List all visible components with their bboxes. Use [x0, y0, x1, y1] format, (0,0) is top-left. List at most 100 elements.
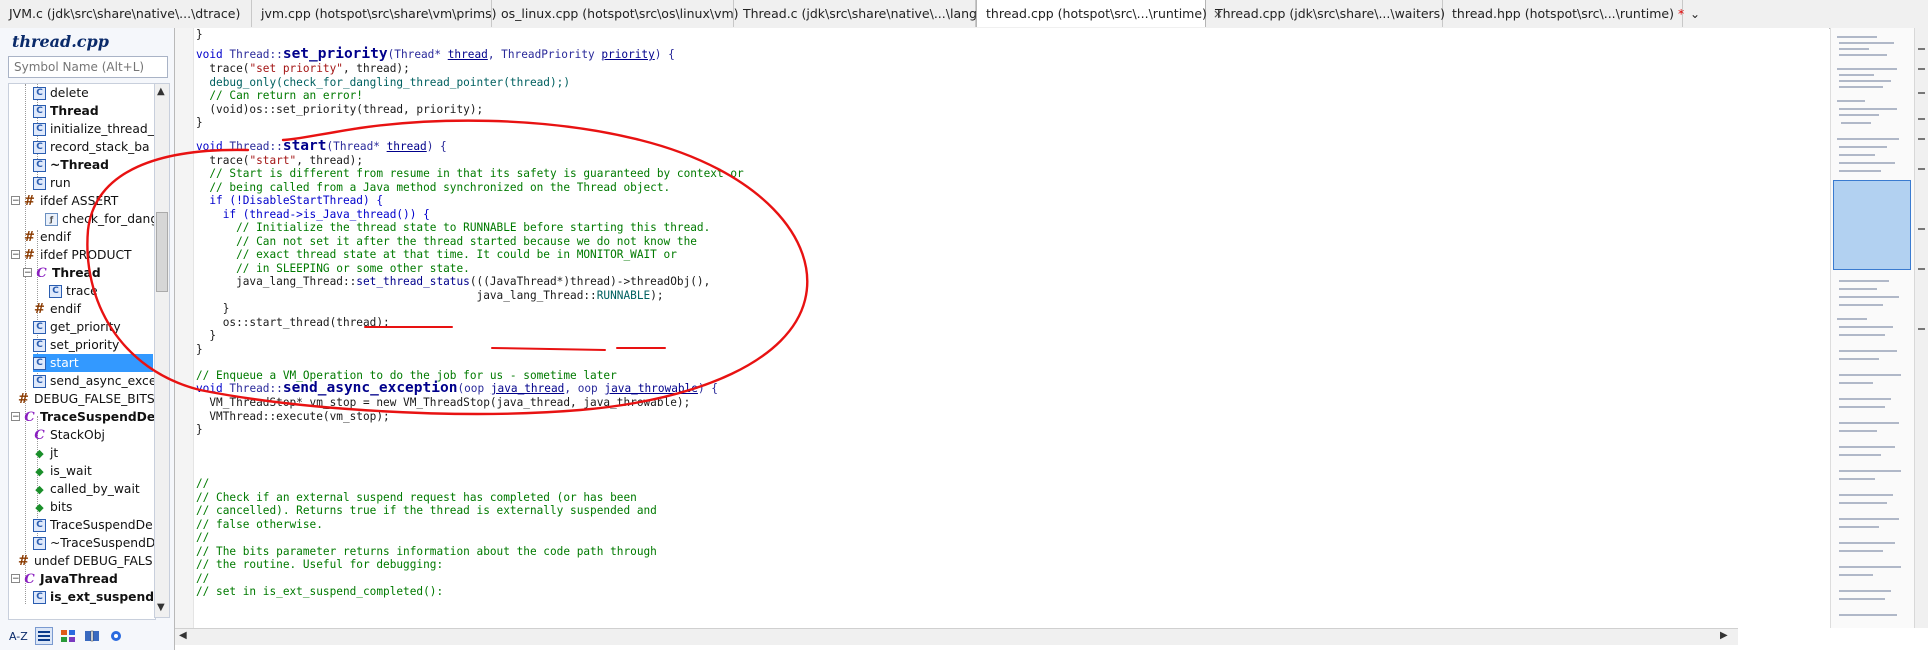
tree-item-initialize-thread[interactable]: Cinitialize_thread_l — [33, 120, 155, 138]
tree-item-set-priority[interactable]: Cset_priority — [33, 336, 119, 354]
code-line: } — [196, 342, 203, 356]
editor-horizontal-scrollbar[interactable]: ◀ ▶ — [175, 628, 1738, 645]
tree-item-label: trace — [66, 284, 98, 298]
code-line: (void)os::set_priority(thread, priority)… — [196, 102, 484, 116]
editor-gutter — [175, 28, 194, 628]
tree-item-debug-false-bits[interactable]: # DEBUG_FALSE_BITS — [17, 390, 155, 408]
code-line: } — [196, 329, 217, 342]
tree-item-trace-suspend-debug[interactable]: C TraceSuspendDeb — [23, 408, 155, 426]
preprocessor-icon: # — [34, 301, 45, 317]
tree-item-send-async-exception[interactable]: Csend_async_exce — [33, 372, 155, 390]
tree-item-start[interactable]: Cstart — [33, 354, 153, 372]
tree-item-trace[interactable]: Ctrace — [49, 282, 98, 300]
tab-thread-cpp-waiters[interactable]: Thread.cpp (jdk\src\share\...\waiters) — [1206, 0, 1446, 27]
code-editor[interactable]: } void Thread::set_priority(Thread* thre… — [194, 28, 1829, 628]
tree-item-delete[interactable]: Cdelete — [33, 84, 89, 102]
list-view-button[interactable] — [34, 627, 53, 645]
code-line: // being called from a Java method synch… — [196, 180, 671, 194]
code-line: // cancelled). Returns true if the threa… — [196, 504, 657, 517]
tree-item-java-thread[interactable]: C JavaThread — [23, 570, 118, 588]
outline-toolbar: A-Z — [8, 624, 168, 648]
scroll-left-icon[interactable]: ◀ — [179, 630, 187, 641]
code-line: } — [196, 28, 203, 41]
code-line: java_lang_Thread::set_thread_status(((Ja… — [196, 275, 711, 288]
tree-item-run[interactable]: Crun — [33, 174, 71, 192]
tree-item-jt[interactable]: ◆ jt — [33, 444, 58, 462]
tree-item-thread-ctor[interactable]: C Thread — [33, 102, 99, 120]
code-line: // — [196, 571, 210, 585]
category-view-button[interactable] — [59, 627, 77, 645]
tree-item-trace-suspend-ctor[interactable]: C TraceSuspendDe — [33, 516, 153, 534]
tree-item-called-by-wait[interactable]: ◆ called_by_wait — [33, 480, 139, 498]
category-icon — [60, 630, 75, 642]
code-line: trace("start", thread); — [196, 153, 363, 167]
tree-item-label: record_stack_ba — [50, 140, 150, 154]
tree-item-ifdef-assert[interactable]: # ifdef ASSERT — [23, 192, 118, 210]
tree-item-label: delete — [50, 86, 89, 100]
tab-jvm-cpp[interactable]: jvm.cpp (hotspot\src\share\vm\prims) — [252, 0, 497, 27]
tree-item-label: start — [50, 356, 79, 370]
code-line: } — [196, 423, 203, 436]
tree-item-endif[interactable]: # endif — [23, 228, 71, 246]
tab-label: Thread.cpp (jdk\src\share\...\waiters) — [1215, 6, 1446, 21]
code-minimap[interactable] — [1830, 28, 1915, 628]
settings-button[interactable] — [107, 627, 125, 645]
tree-item-label: ifdef ASSERT — [40, 194, 119, 208]
tree-item-undef-debug-false[interactable]: # undef DEBUG_FALS — [17, 552, 153, 570]
tab-thread-cpp[interactable]: thread.cpp (hotspot\src\...\runtime) × — [976, 0, 1223, 27]
symbol-tree[interactable]: Cdelete C Thread Cinitialize_thread_l Cre… — [8, 83, 156, 620]
collapse-expander[interactable]: − — [23, 268, 32, 278]
method-icon: C — [33, 338, 46, 352]
tree-item-label: endif — [40, 230, 71, 244]
tree-item-thread-dtor[interactable]: C ~Thread — [33, 156, 109, 174]
method-icon: C — [33, 374, 46, 388]
symbol-search-input[interactable] — [8, 56, 168, 78]
collapse-expander[interactable]: − — [11, 196, 20, 206]
tree-item-record-stack-base[interactable]: Crecord_stack_ba — [33, 138, 150, 156]
tree-item-is-ext-suspend[interactable]: Cis_ext_suspend — [33, 588, 154, 606]
tree-item-stackobj[interactable]: C StackObj — [33, 426, 105, 444]
class-icon: C — [24, 409, 35, 425]
field-icon: ◆ — [35, 446, 44, 460]
tab-os-linux-cpp[interactable]: os_linux.cpp (hotspot\src\os\linux\vm) — [492, 0, 739, 27]
collapse-expander[interactable]: − — [11, 412, 20, 422]
tree-item-endif[interactable]: # endif — [33, 300, 81, 318]
tree-item-label: bits — [50, 500, 73, 514]
scroll-thumb[interactable] — [156, 212, 168, 292]
code-line: void Thread::start(Thread* thread) { — [196, 138, 447, 154]
sort-alphabetical-button[interactable]: A-Z — [8, 627, 29, 645]
tree-item-trace-suspend-dtor[interactable]: C ~TraceSuspendD — [33, 534, 155, 552]
scroll-right-icon[interactable]: ▶ — [1720, 630, 1728, 641]
method-icon: C — [33, 122, 46, 136]
minimap-viewport[interactable] — [1833, 180, 1911, 270]
tree-item-get-priority[interactable]: Cget_priority — [33, 318, 121, 336]
chevron-down-icon: ⌄ — [1689, 6, 1701, 21]
tree-item-bits[interactable]: ◆ bits — [33, 498, 72, 516]
tree-scrollbar[interactable]: ▲ ▼ — [154, 83, 170, 618]
tab-jvm-c[interactable]: JVM.c (jdk\src\share\native\...\dtrace) — [0, 0, 252, 27]
function-icon: ƒ — [45, 212, 58, 226]
field-icon: ◆ — [35, 464, 44, 478]
scroll-up-icon[interactable]: ▲ — [157, 86, 165, 97]
tree-item-label: DEBUG_FALSE_BITS — [34, 392, 155, 406]
tab-thread-c[interactable]: Thread.c (jdk\src\share\native\...\lang) — [734, 0, 982, 27]
tree-item-label: ~TraceSuspendD — [50, 536, 156, 550]
tab-list-dropdown-button[interactable]: ⌄ — [1683, 0, 1707, 27]
editor-tab-bar: JVM.c (jdk\src\share\native\...\dtrace) … — [0, 0, 1928, 29]
tree-item-label: TraceSuspendDe — [50, 518, 153, 532]
sort-az-icon: A-Z — [9, 629, 28, 643]
class-icon: C — [36, 265, 47, 281]
tree-item-thread-class[interactable]: C Thread — [35, 264, 100, 282]
editor-vertical-scrollbar[interactable] — [1914, 28, 1928, 628]
outline-file-title: thread.cpp — [12, 32, 109, 51]
scroll-down-icon[interactable]: ▼ — [157, 602, 165, 613]
code-line: // Can return an error! — [196, 89, 363, 102]
list-icon — [37, 631, 50, 641]
collapse-expander[interactable]: − — [11, 574, 20, 584]
tab-thread-hpp[interactable]: thread.hpp (hotspot\src\...\runtime) * — [1443, 0, 1684, 27]
book-button[interactable] — [83, 627, 101, 645]
tree-item-check-for-dangling[interactable]: ƒ check_for_dangli — [45, 210, 155, 228]
tree-item-ifdef-product[interactable]: # ifdef PRODUCT — [23, 246, 132, 264]
collapse-expander[interactable]: − — [11, 250, 20, 260]
tree-item-is-wait[interactable]: ◆ is_wait — [33, 462, 92, 480]
